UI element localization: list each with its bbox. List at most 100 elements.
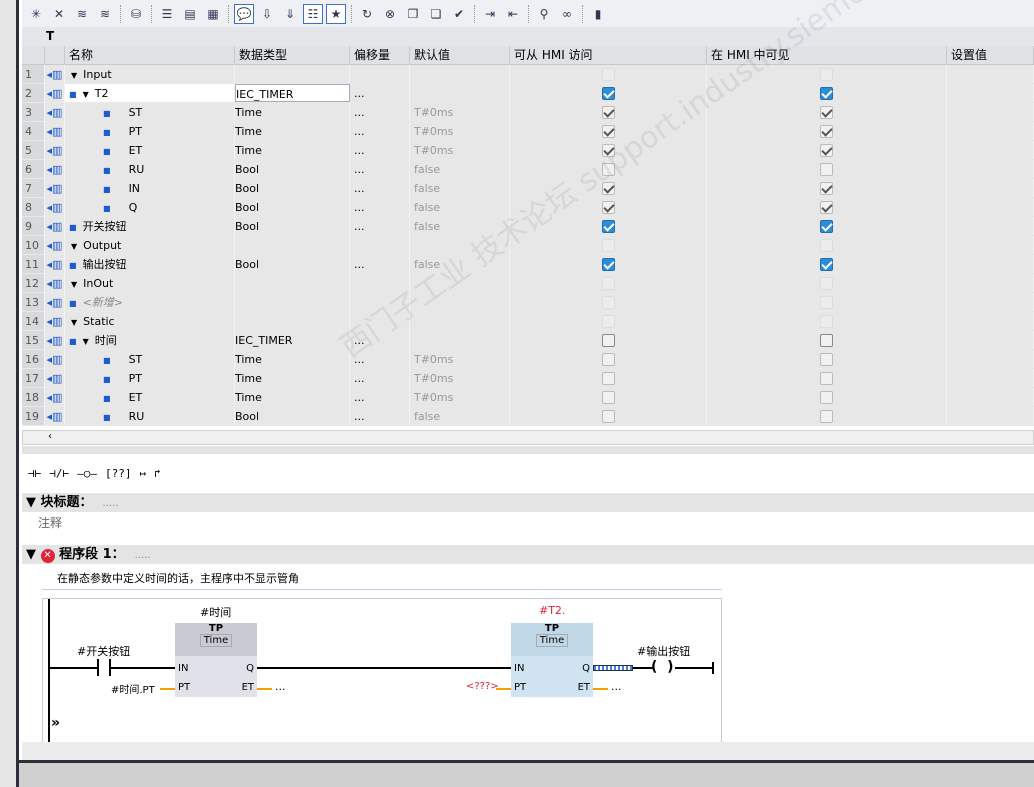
variable-name[interactable]: <新增> xyxy=(83,296,123,309)
hmi-visible-cell[interactable] xyxy=(707,331,947,349)
variable-name[interactable]: 时间 xyxy=(95,334,117,347)
datatype-cell[interactable]: Time xyxy=(235,369,350,387)
expand-triangle-icon[interactable]: ▼ xyxy=(83,332,89,349)
name-cell[interactable]: ■ ET xyxy=(65,388,235,406)
variable-name[interactable]: ET xyxy=(129,144,143,157)
checkbox[interactable] xyxy=(820,238,833,252)
name-cell[interactable]: ■ ▼ T2 xyxy=(65,84,235,102)
checkbox[interactable] xyxy=(820,162,833,176)
checkbox[interactable] xyxy=(820,390,833,404)
default-cell[interactable] xyxy=(410,65,510,83)
hmi-visible-cell[interactable] xyxy=(707,236,947,254)
ladder-tool-3[interactable]: [??] xyxy=(105,467,132,480)
indent-icon[interactable]: ⇥ xyxy=(480,4,500,24)
hmi-access-cell[interactable] xyxy=(510,369,707,387)
tp2-instance[interactable]: #T2. xyxy=(539,604,565,617)
ladder-tool-0[interactable]: ⊣⊢ xyxy=(28,467,41,480)
datatype-cell[interactable]: Time xyxy=(235,350,350,368)
lines-icon[interactable]: ☰ xyxy=(157,4,177,24)
hmi-visible-cell[interactable] xyxy=(707,179,947,197)
tp1-et-operand[interactable]: ... xyxy=(275,680,286,693)
setpoint-cell[interactable] xyxy=(947,103,1034,121)
header-offset[interactable]: 偏移量 xyxy=(350,46,410,64)
list-icon[interactable]: ☷ xyxy=(303,3,323,24)
checkbox[interactable] xyxy=(601,238,615,252)
hmi-visible-cell[interactable] xyxy=(707,369,947,387)
checkbox[interactable] xyxy=(820,257,833,271)
setpoint-cell[interactable] xyxy=(947,293,1034,311)
datatype-cell[interactable]: Bool xyxy=(235,407,350,425)
favorite-icon[interactable]: ★ xyxy=(326,3,346,24)
table-row[interactable]: 12 ◂▥ ▼ InOut xyxy=(22,274,1034,293)
insert-multi-icon[interactable]: ≋ xyxy=(72,4,92,24)
checkbox[interactable] xyxy=(820,67,833,81)
table-row[interactable]: 15 ◂▥ ■ ▼ 时间 IEC_TIMER... xyxy=(22,331,1034,350)
reset-icon[interactable]: ↻ xyxy=(357,4,377,24)
setpoint-cell[interactable] xyxy=(947,141,1034,159)
ladder-tool-2[interactable]: –○– xyxy=(77,467,97,480)
datatype-cell[interactable]: Bool xyxy=(235,198,350,216)
name-cell[interactable]: ■ 开关按钮 xyxy=(65,217,235,235)
q-wire-selected[interactable] xyxy=(593,665,633,671)
hmi-access-cell[interactable] xyxy=(510,274,707,292)
table-row[interactable]: 11 ◂▥ ■ 输出按钮 Bool... false xyxy=(22,255,1034,274)
setpoint-cell[interactable] xyxy=(947,65,1034,83)
checkbox[interactable] xyxy=(820,105,833,119)
hmi-visible-cell[interactable] xyxy=(707,141,947,159)
default-cell[interactable]: T#0ms xyxy=(410,369,510,387)
variable-name[interactable]: T2 xyxy=(95,87,109,100)
ladder-tool-5[interactable]: ↱ xyxy=(154,467,161,480)
splitter[interactable] xyxy=(22,446,1034,454)
setpoint-cell[interactable] xyxy=(947,312,1034,330)
add-row-icon[interactable]: ✕ xyxy=(49,4,69,24)
checkbox[interactable] xyxy=(820,333,833,347)
hmi-access-cell[interactable] xyxy=(510,388,707,406)
checkbox[interactable] xyxy=(601,276,615,290)
hmi-visible-cell[interactable] xyxy=(707,160,947,178)
table-row[interactable]: 6 ◂▥ ■ RU Bool... false xyxy=(22,160,1034,179)
table-row[interactable]: 3 ◂▥ ■ ST Time... T#0ms xyxy=(22,103,1034,122)
checkbox[interactable] xyxy=(601,295,615,309)
network-title[interactable]: ..... xyxy=(135,550,151,561)
variable-name[interactable]: RU xyxy=(129,410,145,423)
default-cell[interactable]: false xyxy=(410,407,510,425)
add-multi-icon[interactable]: ≋ xyxy=(95,4,115,24)
setpoint-cell[interactable] xyxy=(947,160,1034,178)
tp1-box[interactable]: TP Time IN Q PT ET xyxy=(175,623,257,697)
variable-name[interactable]: IN xyxy=(129,182,140,195)
variable-name[interactable]: ST xyxy=(129,353,143,366)
expand-triangle-icon[interactable]: ▼ xyxy=(83,85,89,102)
hmi-visible-cell[interactable] xyxy=(707,217,947,235)
datatype-cell[interactable] xyxy=(235,65,350,83)
checkbox[interactable] xyxy=(601,314,615,328)
glasses-icon[interactable]: ∞ xyxy=(557,4,577,24)
table-row[interactable]: 5 ◂▥ ■ ET Time... T#0ms xyxy=(22,141,1034,160)
default-cell[interactable]: T#0ms xyxy=(410,103,510,121)
header-name[interactable]: 名称 xyxy=(65,46,235,64)
copy2-icon[interactable]: ❏ xyxy=(426,4,446,24)
setpoint-cell[interactable] xyxy=(947,331,1034,349)
checkbox[interactable] xyxy=(601,352,615,366)
network-icon[interactable]: ▤ xyxy=(180,4,200,24)
datatype-cell[interactable] xyxy=(235,274,350,292)
datatype-cell[interactable]: Time xyxy=(235,103,350,121)
table-row[interactable]: 18 ◂▥ ■ ET Time... T#0ms xyxy=(22,388,1034,407)
name-cell[interactable]: ▼ Input xyxy=(65,65,235,83)
coil[interactable]: ( ) xyxy=(651,659,674,675)
variable-name[interactable]: PT xyxy=(129,372,142,385)
hmi-access-cell[interactable] xyxy=(510,65,707,83)
download-icon[interactable]: ⇩ xyxy=(257,4,277,24)
watch-download-icon[interactable]: ⇓ xyxy=(280,4,300,24)
checkbox[interactable] xyxy=(820,200,833,214)
name-cell[interactable]: ▼ InOut xyxy=(65,274,235,292)
checkbox[interactable] xyxy=(601,219,615,233)
name-cell[interactable]: ■ ET xyxy=(65,141,235,159)
checkbox[interactable] xyxy=(601,390,615,404)
datatype-cell[interactable]: Time xyxy=(235,141,350,159)
name-cell[interactable]: ■ 输出按钮 xyxy=(65,255,235,273)
hmi-access-cell[interactable] xyxy=(510,312,707,330)
tp1-pt-operand[interactable]: #时间.PT xyxy=(111,681,155,696)
default-cell[interactable]: false xyxy=(410,160,510,178)
split-icon[interactable]: ▮ xyxy=(588,4,608,24)
checkbox[interactable] xyxy=(820,352,833,366)
